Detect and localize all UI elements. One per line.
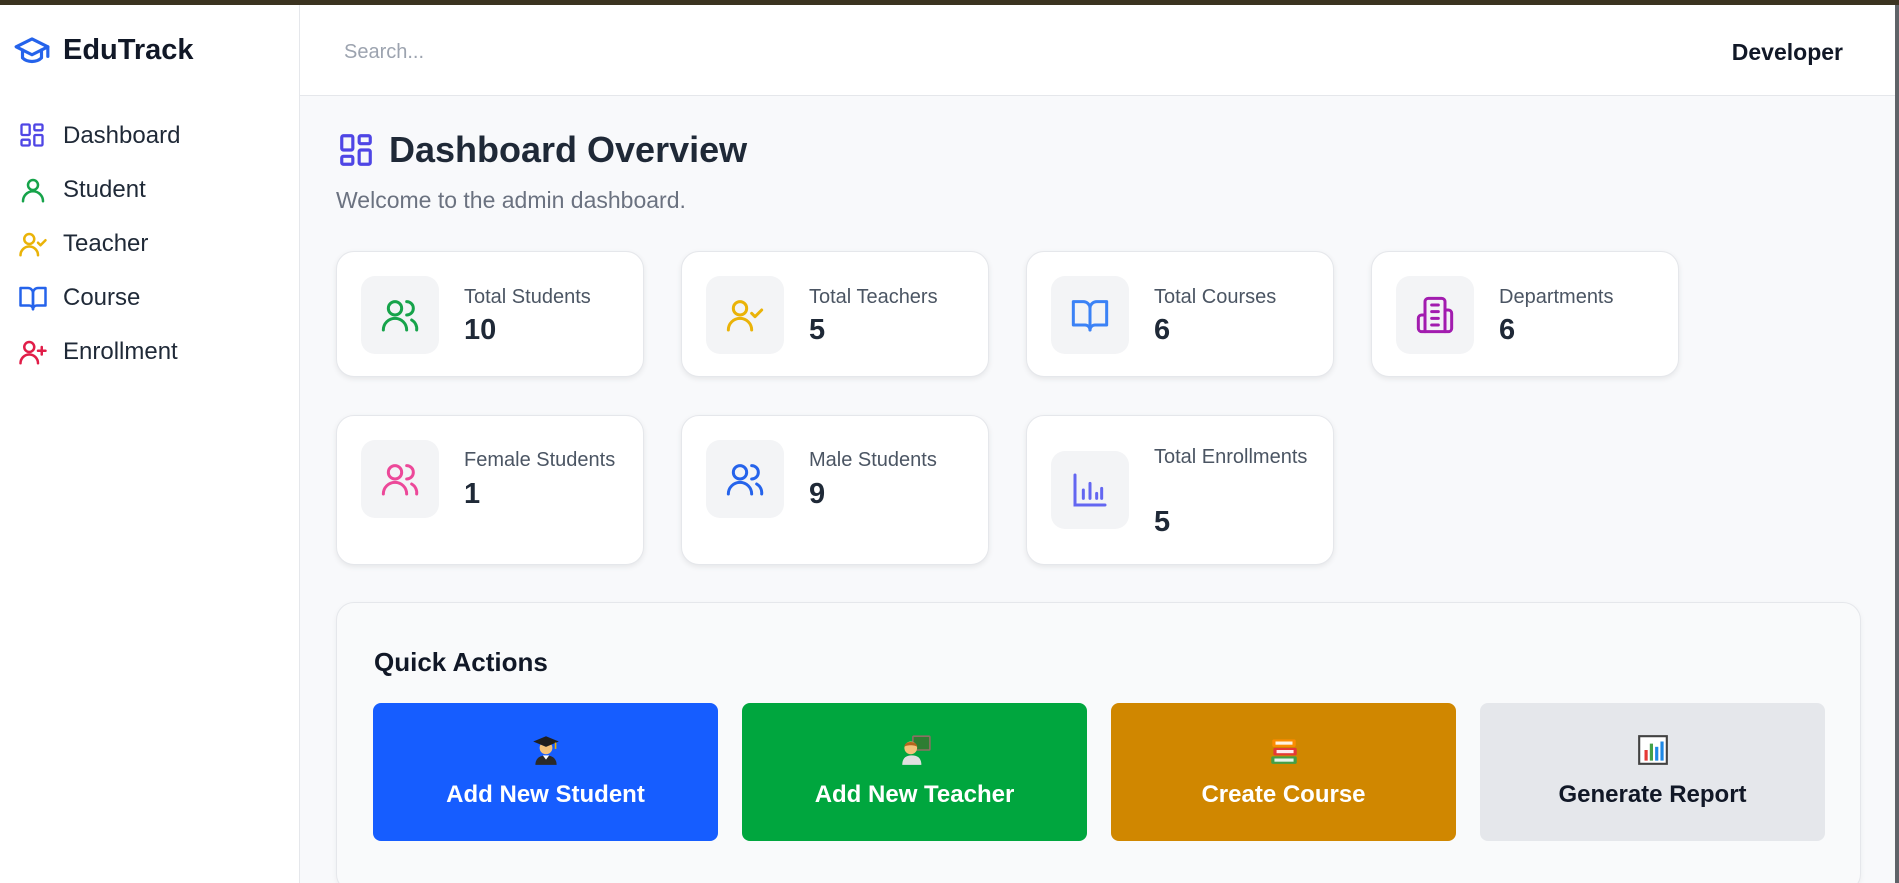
top-header: Developer xyxy=(300,5,1895,96)
stat-card-total-courses[interactable]: Total Courses 6 xyxy=(1026,251,1334,377)
button-label: Add New Student xyxy=(446,781,645,808)
bar-chart-emoji-icon xyxy=(1634,731,1672,769)
sidebar-item-enrollment[interactable]: Enrollment xyxy=(18,325,180,379)
stat-label: Total Students xyxy=(464,286,591,308)
stat-value: 6 xyxy=(1154,314,1171,346)
stat-label: Total Teachers xyxy=(809,286,938,308)
users-icon xyxy=(706,440,784,518)
window-right-border xyxy=(1895,5,1899,883)
add-new-student-button[interactable]: Add New Student xyxy=(373,703,718,841)
dashboard-grid-icon xyxy=(337,131,375,169)
sidebar-item-course[interactable]: Course xyxy=(18,271,180,325)
sidebar-item-label: Student xyxy=(63,176,146,203)
stat-card-female-students[interactable]: Female Students 1 xyxy=(336,415,644,565)
stat-value: 6 xyxy=(1499,314,1516,346)
button-label: Add New Teacher xyxy=(814,781,1015,808)
page-subtitle: Welcome to the admin dashboard. xyxy=(336,187,686,213)
brand[interactable]: EduTrack xyxy=(13,31,194,69)
stat-value: 9 xyxy=(809,478,826,510)
user-check-icon xyxy=(18,229,48,259)
sidebar-item-teacher[interactable]: Teacher xyxy=(18,217,180,271)
sidebar-item-label: Dashboard xyxy=(63,122,181,149)
stat-card-total-enrollments[interactable]: Total Enrollments 5 xyxy=(1026,415,1334,565)
create-course-button[interactable]: Create Course xyxy=(1111,703,1456,841)
sidebar-item-label: Teacher xyxy=(63,230,149,257)
stat-label: Total Enrollments xyxy=(1154,446,1308,468)
book-open-icon xyxy=(18,283,48,313)
graduate-emoji-icon xyxy=(527,731,565,769)
sidebar-item-label: Course xyxy=(63,284,141,311)
user-menu[interactable]: Developer xyxy=(1732,39,1843,66)
stat-label: Male Students xyxy=(809,449,937,471)
button-label: Create Course xyxy=(1201,781,1366,808)
user-icon xyxy=(18,175,48,205)
stat-value: 10 xyxy=(464,314,497,346)
users-icon xyxy=(361,276,439,354)
stat-label: Total Courses xyxy=(1154,286,1277,308)
books-emoji-icon xyxy=(1265,731,1303,769)
sidebar-item-dashboard[interactable]: Dashboard xyxy=(18,109,180,163)
add-new-teacher-button[interactable]: Add New Teacher xyxy=(742,703,1087,841)
sidebar-item-student[interactable]: Student xyxy=(18,163,180,217)
dashboard-grid-icon xyxy=(18,121,48,151)
graduation-cap-icon xyxy=(13,31,51,69)
teacher-emoji-icon xyxy=(896,731,934,769)
users-icon xyxy=(361,440,439,518)
quick-actions-panel: Quick Actions Add New Student Add New Te… xyxy=(336,602,1861,883)
page-heading: Dashboard Overview xyxy=(337,129,747,171)
book-open-icon xyxy=(1051,276,1129,354)
sidebar-nav: Dashboard Student Teacher Course Enrollm… xyxy=(18,109,180,379)
stat-label: Female Students xyxy=(464,449,616,471)
user-check-icon xyxy=(706,276,784,354)
stat-card-male-students[interactable]: Male Students 9 xyxy=(681,415,989,565)
page-title: Dashboard Overview xyxy=(389,129,748,170)
stat-card-total-teachers[interactable]: Total Teachers 5 xyxy=(681,251,989,377)
generate-report-button[interactable]: Generate Report xyxy=(1480,703,1825,841)
user-plus-icon xyxy=(18,337,48,367)
stat-value: 1 xyxy=(464,478,481,510)
app-name: EduTrack xyxy=(63,33,194,66)
sidebar: EduTrack Dashboard Student Teacher Cours… xyxy=(0,5,300,883)
button-label: Generate Report xyxy=(1558,781,1747,808)
stat-value: 5 xyxy=(1154,506,1171,538)
stat-value: 5 xyxy=(809,314,826,346)
building-icon xyxy=(1396,276,1474,354)
sidebar-item-label: Enrollment xyxy=(63,338,178,365)
stat-card-total-students[interactable]: Total Students 10 xyxy=(336,251,644,377)
stat-card-departments[interactable]: Departments 6 xyxy=(1371,251,1679,377)
search-input[interactable] xyxy=(344,35,764,69)
main-content: Dashboard Overview Welcome to the admin … xyxy=(300,96,1895,883)
stat-label: Departments xyxy=(1499,286,1614,308)
bar-chart-icon xyxy=(1051,451,1129,529)
quick-actions-title: Quick Actions xyxy=(374,647,548,677)
